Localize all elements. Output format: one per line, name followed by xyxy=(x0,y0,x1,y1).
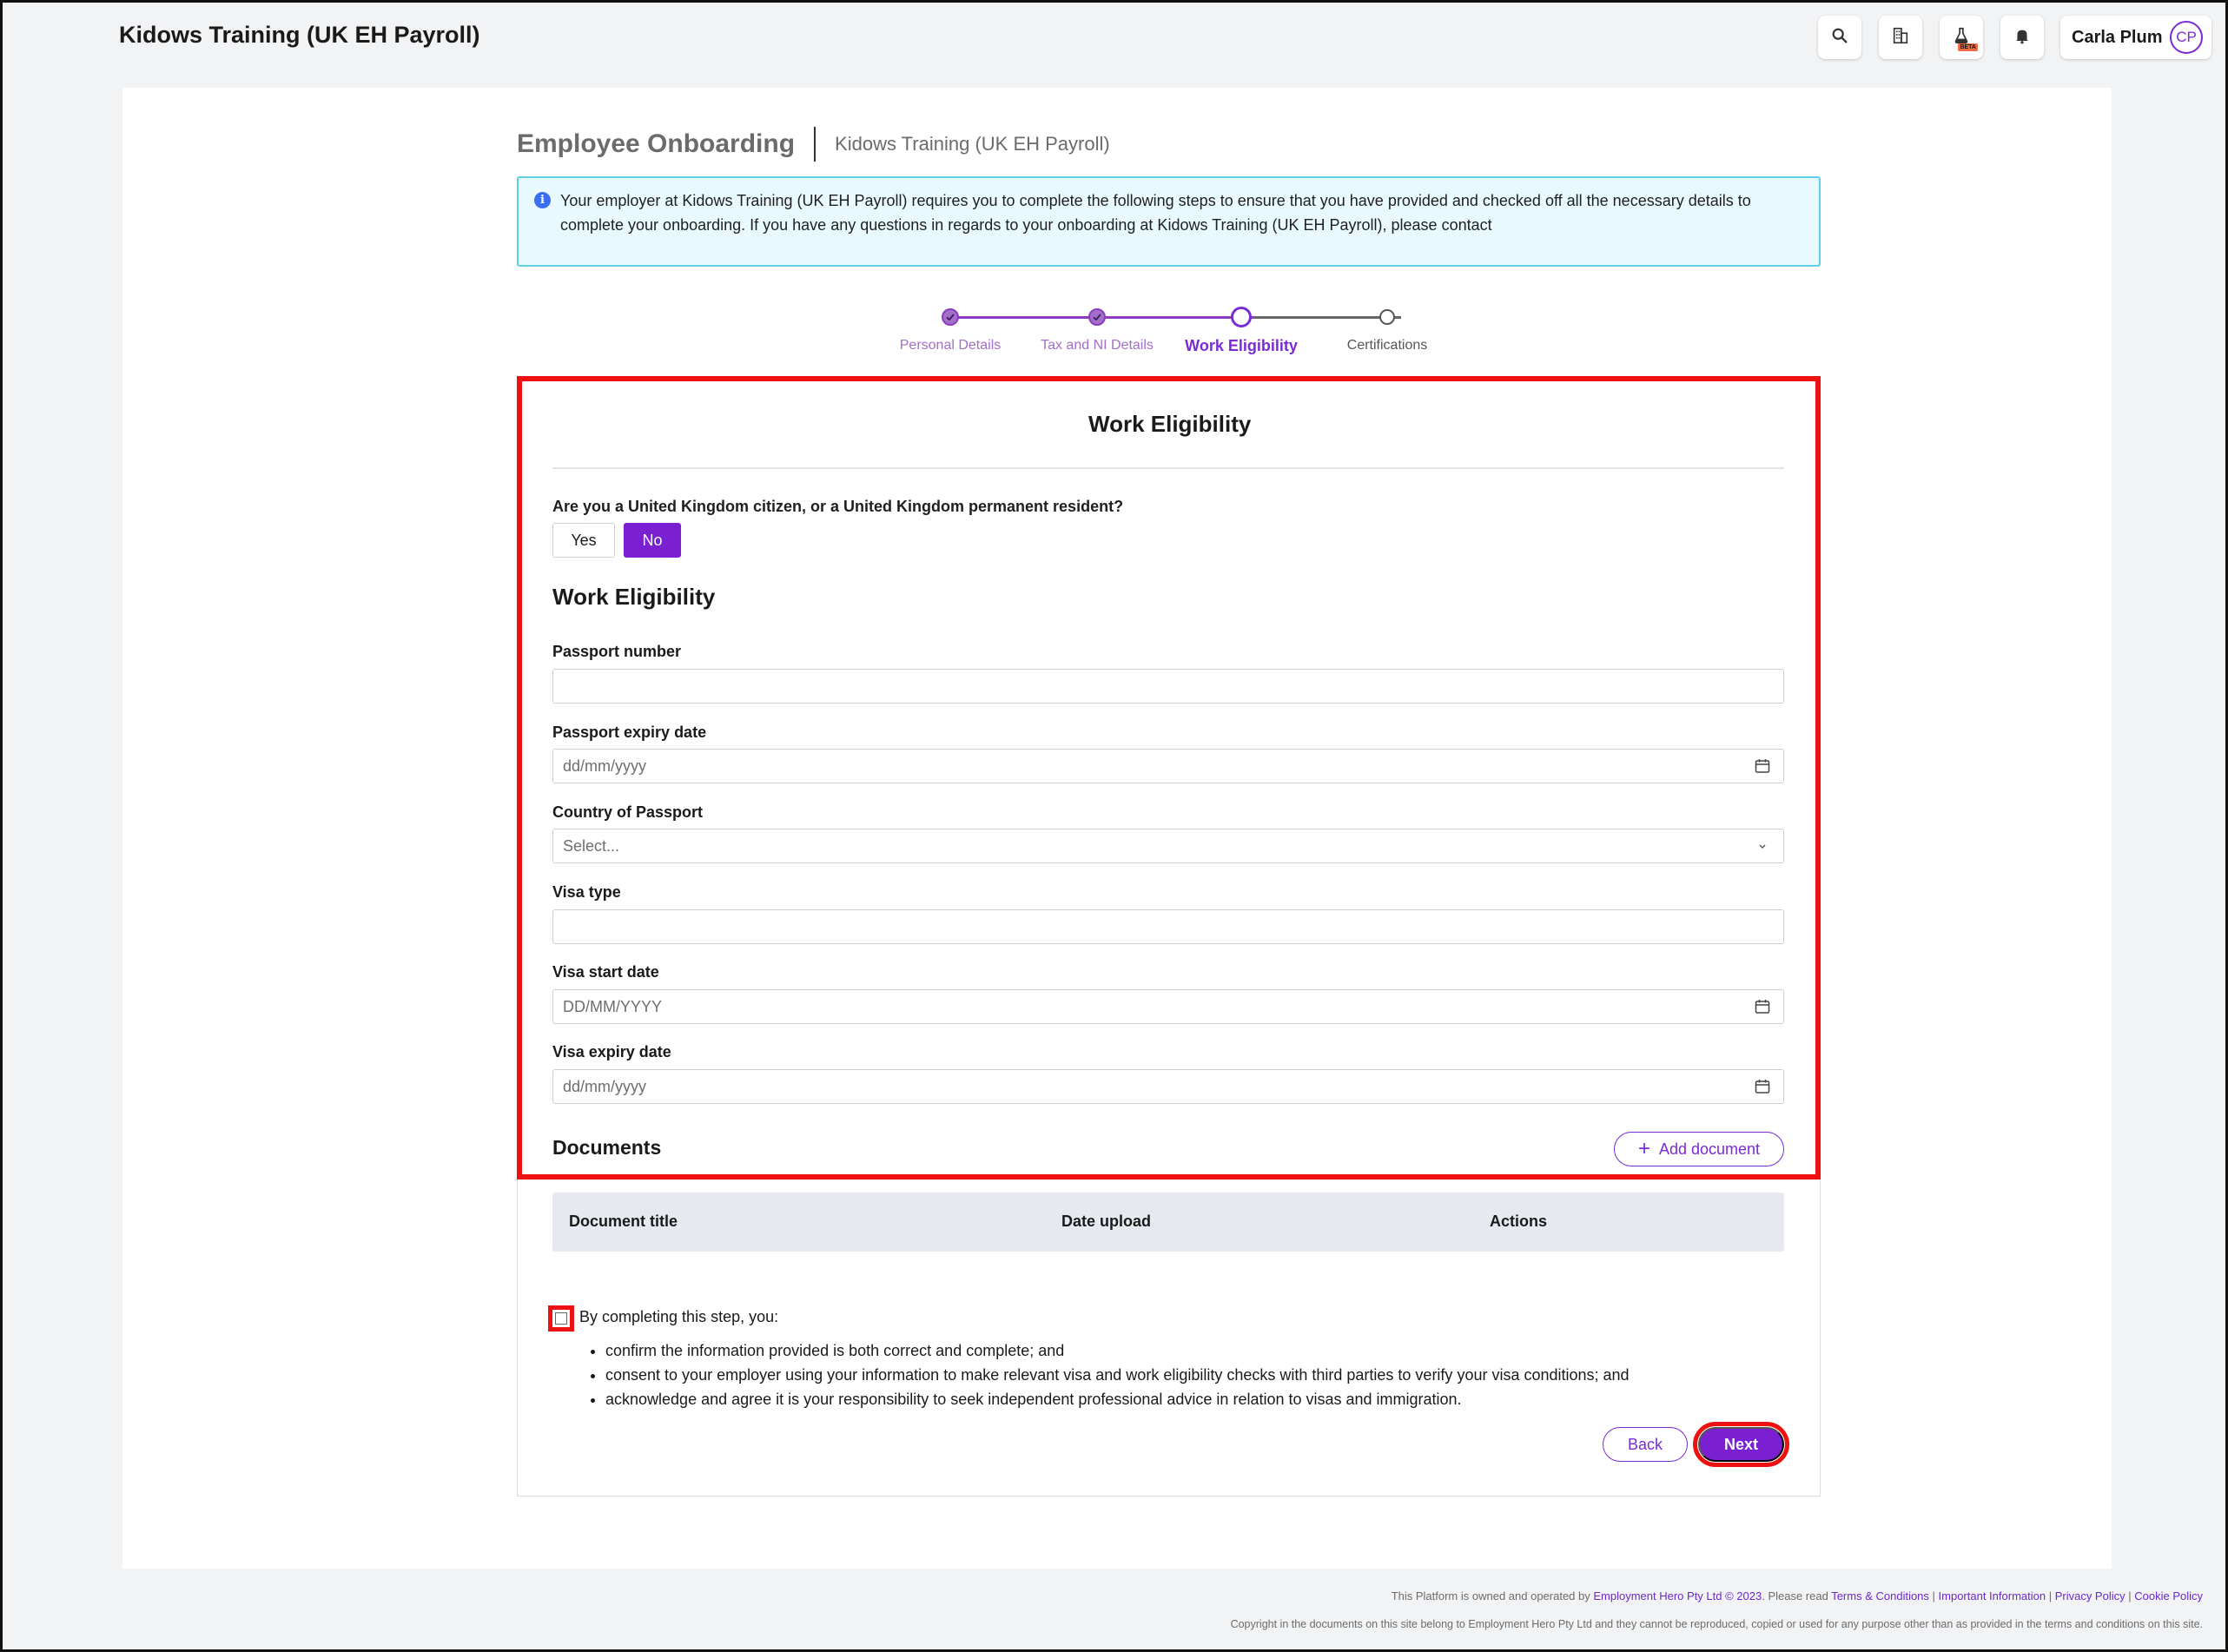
checkbox-box xyxy=(555,1312,567,1325)
visa-start-placeholder: DD/MM/YYYY xyxy=(563,997,663,1015)
citizenship-question: Are you a United Kingdom citizen, or a U… xyxy=(552,498,1124,515)
passport-country-select[interactable]: Select... xyxy=(552,829,1784,863)
buildings-icon xyxy=(1891,26,1910,50)
back-button[interactable]: Back xyxy=(1603,1427,1688,1462)
step-personal-details[interactable]: Personal Details xyxy=(900,338,1002,354)
step-connector xyxy=(958,316,1106,319)
company-title: Kidows Training (UK EH Payroll) xyxy=(119,22,480,48)
bell-icon xyxy=(2013,26,2032,50)
column-actions: Actions xyxy=(1490,1213,1548,1230)
passport-expiry-input[interactable]: dd/mm/yyyy xyxy=(552,749,1784,783)
consent-list: confirm the information provided is both… xyxy=(605,1338,1630,1411)
work-eligibility-heading: Work Eligibility xyxy=(552,584,716,610)
footer-separator: | xyxy=(2125,1589,2135,1602)
consent-intro: By completing this step, you: xyxy=(579,1308,779,1325)
column-date-upload: Date upload xyxy=(1061,1213,1152,1230)
page-heading: Employee Onboarding Kidows Training (UK … xyxy=(517,126,1110,162)
footer-read-text: . Please read xyxy=(1762,1589,1832,1602)
footer-legal: This Platform is owned and operated by E… xyxy=(1392,1589,2203,1602)
step-personal-details-dot[interactable] xyxy=(942,308,959,326)
citizen-yes-button[interactable]: Yes xyxy=(552,523,615,558)
add-document-label: Add document xyxy=(1658,1140,1761,1158)
visa-expiry-placeholder: dd/mm/yyyy xyxy=(563,1077,647,1095)
visa-expiry-label: Visa expiry date xyxy=(552,1043,671,1061)
beta-features-button[interactable]: BETA xyxy=(1940,16,1983,59)
passport-number-label: Passport number xyxy=(552,643,682,660)
consent-item: consent to your employer using your info… xyxy=(605,1363,1630,1387)
page-title: Employee Onboarding xyxy=(517,129,796,158)
visa-expiry-input[interactable]: dd/mm/yyyy xyxy=(552,1069,1784,1104)
info-icon: i xyxy=(534,192,551,208)
avatar: CP xyxy=(2170,21,2203,54)
heading-divider xyxy=(814,127,816,162)
footer-important-link[interactable]: Important Information xyxy=(1939,1589,2046,1602)
citizen-no-button[interactable]: No xyxy=(624,523,681,558)
footer-separator: | xyxy=(2046,1589,2055,1602)
plus-icon: + xyxy=(1637,1137,1650,1160)
organisations-button[interactable] xyxy=(1879,16,1922,59)
documents-heading: Documents xyxy=(552,1136,662,1159)
check-icon xyxy=(946,314,955,321)
documents-table-header: Document title Date upload Actions xyxy=(552,1193,1784,1252)
step-work-eligibility-dot[interactable] xyxy=(1231,307,1252,327)
passport-number-input[interactable] xyxy=(552,669,1784,704)
check-icon xyxy=(1093,314,1101,321)
onboarding-stepper: Personal Details Tax and NI Details Work… xyxy=(871,307,1479,359)
footer-owner-link[interactable]: Employment Hero Pty Ltd © 2023 xyxy=(1593,1589,1762,1602)
calendar-icon[interactable] xyxy=(1754,757,1771,775)
calendar-icon[interactable] xyxy=(1754,1078,1771,1095)
footer-privacy-link[interactable]: Privacy Policy xyxy=(2055,1589,2126,1602)
add-document-button[interactable]: + Add document xyxy=(1614,1132,1784,1166)
form-title: Work Eligibility xyxy=(1088,411,1252,437)
chevron-down-icon xyxy=(1754,837,1771,855)
consent-item: acknowledge and agree it is your respons… xyxy=(605,1387,1630,1411)
footer-terms-link[interactable]: Terms & Conditions xyxy=(1831,1589,1929,1602)
visa-type-input[interactable] xyxy=(552,909,1784,944)
beta-badge: BETA xyxy=(1958,43,1978,51)
footer-owned-text: This Platform is owned and operated by xyxy=(1391,1589,1594,1602)
user-menu[interactable]: Carla Plum CP xyxy=(2060,16,2211,59)
step-tax-ni-details[interactable]: Tax and NI Details xyxy=(1041,338,1154,354)
info-banner: i Your employer at Kidows Training (UK E… xyxy=(517,176,1821,267)
app-frame: Kidows Training (UK EH Payroll) BETA Car… xyxy=(0,0,2228,1652)
visa-type-label: Visa type xyxy=(552,883,621,901)
user-name: Carla Plum xyxy=(2072,27,2163,47)
page-subtitle: Kidows Training (UK EH Payroll) xyxy=(835,133,1110,155)
top-bar: Kidows Training (UK EH Payroll) BETA Car… xyxy=(3,3,2225,74)
step-certifications[interactable]: Certifications xyxy=(1347,338,1427,354)
step-tax-ni-dot[interactable] xyxy=(1088,308,1106,326)
step-work-eligibility[interactable]: Work Eligibility xyxy=(1185,337,1298,355)
passport-country-label: Country of Passport xyxy=(552,803,704,821)
info-message: Your employer at Kidows Training (UK EH … xyxy=(560,192,1751,234)
column-document-title: Document title xyxy=(569,1213,678,1230)
consent-item: confirm the information provided is both… xyxy=(605,1338,1630,1363)
search-icon xyxy=(1830,26,1849,50)
visa-start-label: Visa start date xyxy=(552,963,659,981)
notifications-button[interactable] xyxy=(2000,16,2044,59)
footer-separator: | xyxy=(1928,1589,1939,1602)
visa-start-input[interactable]: DD/MM/YYYY xyxy=(552,989,1784,1024)
calendar-icon[interactable] xyxy=(1754,998,1771,1015)
footer-cookie-link[interactable]: Cookie Policy xyxy=(2134,1589,2203,1602)
search-button[interactable] xyxy=(1818,16,1861,59)
step-certifications-dot[interactable] xyxy=(1379,309,1395,325)
footer-copyright: Copyright in the documents on this site … xyxy=(1230,1618,2203,1630)
passport-expiry-label: Passport expiry date xyxy=(552,724,707,741)
form-divider xyxy=(552,467,1784,469)
passport-country-placeholder: Select... xyxy=(563,836,620,855)
passport-expiry-placeholder: dd/mm/yyyy xyxy=(563,757,647,775)
consent-checkbox[interactable] xyxy=(548,1305,574,1332)
next-button[interactable]: Next xyxy=(1698,1427,1784,1462)
